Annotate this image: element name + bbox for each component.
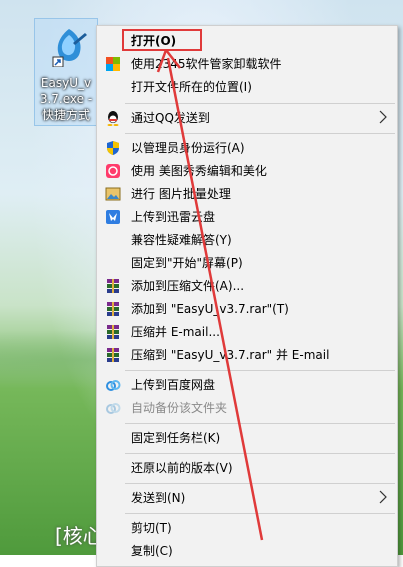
thunder-icon [106,210,120,224]
menu-item-label: 通过QQ发送到 [131,111,210,125]
menu-item-label: 压缩并 E-mail... [131,325,220,339]
winrar-icon [107,302,119,316]
baidu-cloud-icon [106,380,121,391]
menu-item-image-batch[interactable]: 进行 图片批量处理 [97,183,397,205]
menu-item-label: 还原以前的版本(V) [131,461,233,475]
menu-item-label: 打开文件所在的位置(I) [131,80,252,94]
menu-item-label: 以管理员身份运行(A) [131,141,245,155]
menu-item-add-to-rar[interactable]: 添加到 "EasyU_v3.7.rar"(T) [97,298,397,320]
menu-separator [125,423,395,424]
baidu-cloud-icon [106,403,121,414]
2345-icon [106,57,120,71]
winrar-icon [107,279,119,293]
menu-item-label: 上传到百度网盘 [131,378,216,392]
menu-item-label: 添加到 "EasyU_v3.7.rar"(T) [131,302,289,316]
menu-item-label: 固定到"开始"屏幕(P) [131,256,243,270]
menu-item-label: 兼容性疑难解答(Y) [131,233,232,247]
menu-item-send-via-qq[interactable]: 通过QQ发送到 [97,107,397,129]
shield-icon [107,141,119,155]
menu-item-label: 剪切(T) [131,521,172,535]
image-batch-icon [105,187,121,201]
menu-item-auto-backup: 自动备份该文件夹 [97,397,397,419]
menu-item-label: 自动备份该文件夹 [131,401,228,415]
easyu-app-icon [52,29,87,67]
menu-item-open-location[interactable]: 打开文件所在的位置(I) [97,76,397,98]
menu-item-compress-rar-email[interactable]: 压缩到 "EasyU_v3.7.rar" 并 E-mail [97,344,397,366]
menu-separator [125,483,395,484]
menu-item-add-to-archive[interactable]: 添加到压缩文件(A)... [97,275,397,297]
menu-item-pin-taskbar[interactable]: 固定到任务栏(K) [97,427,397,449]
qq-icon [107,111,119,126]
menu-item-label: 固定到任务栏(K) [131,431,221,445]
menu-item-2345-uninstall[interactable]: 使用2345软件管家卸载软件 [97,53,397,75]
menu-separator [125,513,395,514]
menu-separator [125,370,395,371]
menu-item-label: 使用 美图秀秀编辑和美化 [131,164,267,178]
desktop-shortcut-easyu[interactable]: EasyU_v3.7.exe - 快捷方式 [34,18,98,126]
context-menu: 打开(O) 使用2345软件管家卸载软件 打开文件所在的位置(I) 通过QQ发送… [96,25,398,567]
chevron-right-icon [379,490,387,504]
winrar-icon [107,325,119,339]
menu-item-label: 使用2345软件管家卸载软件 [131,57,282,71]
menu-item-label: 压缩到 "EasyU_v3.7.rar" 并 E-mail [131,348,330,362]
menu-item-compat-troubleshoot[interactable]: 兼容性疑难解答(Y) [97,229,397,251]
menu-item-label: 发送到(N) [131,491,186,505]
menu-item-run-as-admin[interactable]: 以管理员身份运行(A) [97,137,397,159]
menu-item-compress-email[interactable]: 压缩并 E-mail... [97,321,397,343]
menu-item-pin-to-start[interactable]: 固定到"开始"屏幕(P) [97,252,397,274]
menu-item-cut[interactable]: 剪切(T) [97,517,397,539]
menu-separator [125,453,395,454]
menu-item-label: 上传到迅雷云盘 [131,210,216,224]
winrar-icon [107,348,119,362]
meitu-icon [106,164,120,178]
desktop-shortcut-label: EasyU_v3.7.exe - 快捷方式 [39,76,93,122]
menu-item-upload-baidu[interactable]: 上传到百度网盘 [97,374,397,396]
menu-item-restore-versions[interactable]: 还原以前的版本(V) [97,457,397,479]
highlight-box [122,29,202,51]
menu-item-label: 复制(C) [131,544,173,558]
menu-separator [125,133,395,134]
menu-separator [125,103,395,104]
menu-item-meitu-edit[interactable]: 使用 美图秀秀编辑和美化 [97,160,397,182]
chevron-right-icon [379,110,387,124]
menu-item-thunder-cloud[interactable]: 上传到迅雷云盘 [97,206,397,228]
menu-item-send-to[interactable]: 发送到(N) [97,487,397,509]
menu-item-label: 添加到压缩文件(A)... [131,279,245,293]
menu-item-copy[interactable]: 复制(C) [97,540,397,562]
menu-item-label: 进行 图片批量处理 [131,187,231,201]
